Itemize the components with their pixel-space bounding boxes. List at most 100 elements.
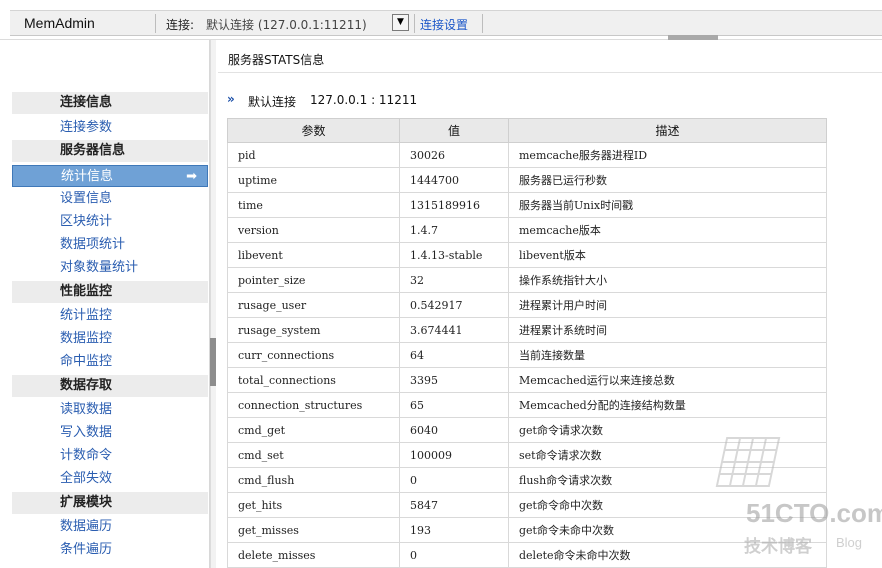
param-cell: pointer_size: [227, 267, 400, 293]
table-row: rusage_user 0.542917 进程累计用户时间: [227, 292, 827, 318]
param-cell: total_connections: [227, 367, 400, 393]
watermark-grid-icon: [715, 437, 781, 487]
value-cell: 0.542917: [399, 292, 509, 318]
sidebar-group-connection: 连接信息: [12, 92, 208, 114]
sidebar-item-conditional-traverse[interactable]: 条件遍历: [12, 539, 208, 561]
page-title: 服务器STATS信息: [228, 53, 325, 67]
param-cell: curr_connections: [227, 342, 400, 368]
sidebar-item-flush-all[interactable]: 全部失效: [12, 468, 208, 490]
table-row: time 1315189916 服务器当前Unix时间戳: [227, 192, 827, 218]
vertical-splitter-handle[interactable]: [210, 338, 216, 386]
param-cell: version: [227, 217, 400, 243]
description-cell: Memcached运行以来连接总数: [508, 367, 827, 393]
description-cell: 进程累计系统时间: [508, 317, 827, 343]
connection-label: 连接:: [166, 18, 195, 32]
connection-select[interactable]: 默认连接 (127.0.0.1:11211): [206, 16, 367, 33]
title-divider: [218, 72, 882, 73]
horizontal-splitter-handle[interactable]: [668, 35, 718, 40]
value-cell: 1.4.7: [399, 217, 509, 243]
sidebar-item-counter-cmd[interactable]: 计数命令: [12, 445, 208, 467]
description-cell: libevent版本: [508, 242, 827, 268]
table-row: uptime 1444700 服务器已运行秒数: [227, 167, 827, 193]
value-cell: 0: [399, 542, 509, 568]
table-row: version 1.4.7 memcache版本: [227, 217, 827, 243]
column-header: 值: [399, 118, 509, 143]
sidebar-item-slab-stats[interactable]: 区块统计: [12, 211, 208, 233]
sidebar-item-stats-monitor[interactable]: 统计监控: [12, 305, 208, 327]
sidebar-item-label: 统计信息: [61, 169, 114, 184]
sidebar-item-write-data[interactable]: 写入数据: [12, 422, 208, 444]
description-cell: 操作系统指针大小: [508, 267, 827, 293]
sidebar-item-hit-monitor[interactable]: 命中监控: [12, 351, 208, 373]
value-cell: 32: [399, 267, 509, 293]
column-header: 参数: [227, 118, 400, 143]
sidebar-item-stats[interactable]: 统计信息 ➡: [12, 165, 208, 187]
param-cell: libevent: [227, 242, 400, 268]
value-cell: 6040: [399, 417, 509, 443]
description-cell: Memcached分配的连接结构数量: [508, 392, 827, 418]
param-cell: cmd_get: [227, 417, 400, 443]
app-title: MemAdmin: [24, 15, 95, 31]
sidebar: 连接信息 连接参数 服务器信息 统计信息 ➡ 设置信息 区块统计 数据项统计 对…: [10, 40, 210, 568]
sidebar-item-item-stats[interactable]: 数据项统计: [12, 234, 208, 256]
value-cell: 0: [399, 467, 509, 493]
arrow-right-icon: ➡: [186, 169, 197, 184]
toolbar-divider: [414, 14, 415, 33]
vertical-splitter[interactable]: [210, 40, 216, 568]
table-header-row: 参数 值 描述: [227, 118, 827, 143]
toolbar-strip: MemAdmin 连接: 默认连接 (127.0.0.1:11211) ▼ 连接…: [10, 10, 882, 36]
param-cell: cmd_flush: [227, 467, 400, 493]
table-row: libevent 1.4.13-stable libevent版本: [227, 242, 827, 268]
breadcrumb-connection: 默认连接: [248, 95, 297, 109]
table-row: connection_structures 65 Memcached分配的连接结构数…: [227, 392, 827, 418]
sidebar-group-server-info: 服务器信息: [12, 140, 208, 162]
description-cell: 进程累计用户时间: [508, 292, 827, 318]
sidebar-item-object-count[interactable]: 对象数量统计: [12, 257, 208, 279]
table-row: total_connections 3395 Memcached运行以来连接总数: [227, 367, 827, 393]
sidebar-item-data-traverse[interactable]: 数据遍历: [12, 516, 208, 538]
param-cell: uptime: [227, 167, 400, 193]
description-cell: memcache服务器进程ID: [508, 142, 827, 168]
value-cell: 1.4.13-stable: [399, 242, 509, 268]
value-cell: 3.674441: [399, 317, 509, 343]
sidebar-group-data-access: 数据存取: [12, 375, 208, 397]
watermark-text: 51CTO.com: [746, 498, 882, 528]
table-row: curr_connections 64 当前连接数量: [227, 342, 827, 368]
table-row: pid 30026 memcache服务器进程ID: [227, 142, 827, 168]
value-cell: 100009: [399, 442, 509, 468]
description-cell: 服务器当前Unix时间戳: [508, 192, 827, 218]
param-cell: rusage_system: [227, 317, 400, 343]
description-cell: 服务器已运行秒数: [508, 167, 827, 193]
toolbar-divider: [155, 14, 156, 33]
value-cell: 65: [399, 392, 509, 418]
param-cell: rusage_user: [227, 292, 400, 318]
breadcrumb-address: 127.0.0.1 : 11211: [310, 93, 418, 107]
param-cell: get_misses: [227, 517, 400, 543]
column-header: 描述: [508, 118, 827, 143]
value-cell: 30026: [399, 142, 509, 168]
value-cell: 1444700: [399, 167, 509, 193]
description-cell: 当前连接数量: [508, 342, 827, 368]
sidebar-item-data-monitor[interactable]: 数据监控: [12, 328, 208, 350]
value-cell: 64: [399, 342, 509, 368]
chevron-down-icon[interactable]: ▼: [392, 14, 409, 31]
table-row: rusage_system 3.674441 进程累计系统时间: [227, 317, 827, 343]
sidebar-item-settings-info[interactable]: 设置信息: [12, 188, 208, 210]
watermark-logo: 51CTO.com 技术博客 Blog: [712, 432, 882, 562]
sidebar-group-extensions: 扩展模块: [12, 492, 208, 514]
table-row: pointer_size 32 操作系统指针大小: [227, 267, 827, 293]
sidebar-item-connection-params[interactable]: 连接参数: [12, 117, 208, 139]
description-cell: memcache版本: [508, 217, 827, 243]
param-cell: delete_misses: [227, 542, 400, 568]
watermark-blog: Blog: [836, 535, 863, 550]
value-cell: 1315189916: [399, 192, 509, 218]
param-cell: cmd_set: [227, 442, 400, 468]
value-cell: 193: [399, 517, 509, 543]
value-cell: 5847: [399, 492, 509, 518]
param-cell: get_hits: [227, 492, 400, 518]
sidebar-item-read-data[interactable]: 读取数据: [12, 399, 208, 421]
connection-settings-link[interactable]: 连接设置: [420, 16, 468, 33]
sidebar-group-monitoring: 性能监控: [12, 281, 208, 303]
param-cell: time: [227, 192, 400, 218]
value-cell: 3395: [399, 367, 509, 393]
